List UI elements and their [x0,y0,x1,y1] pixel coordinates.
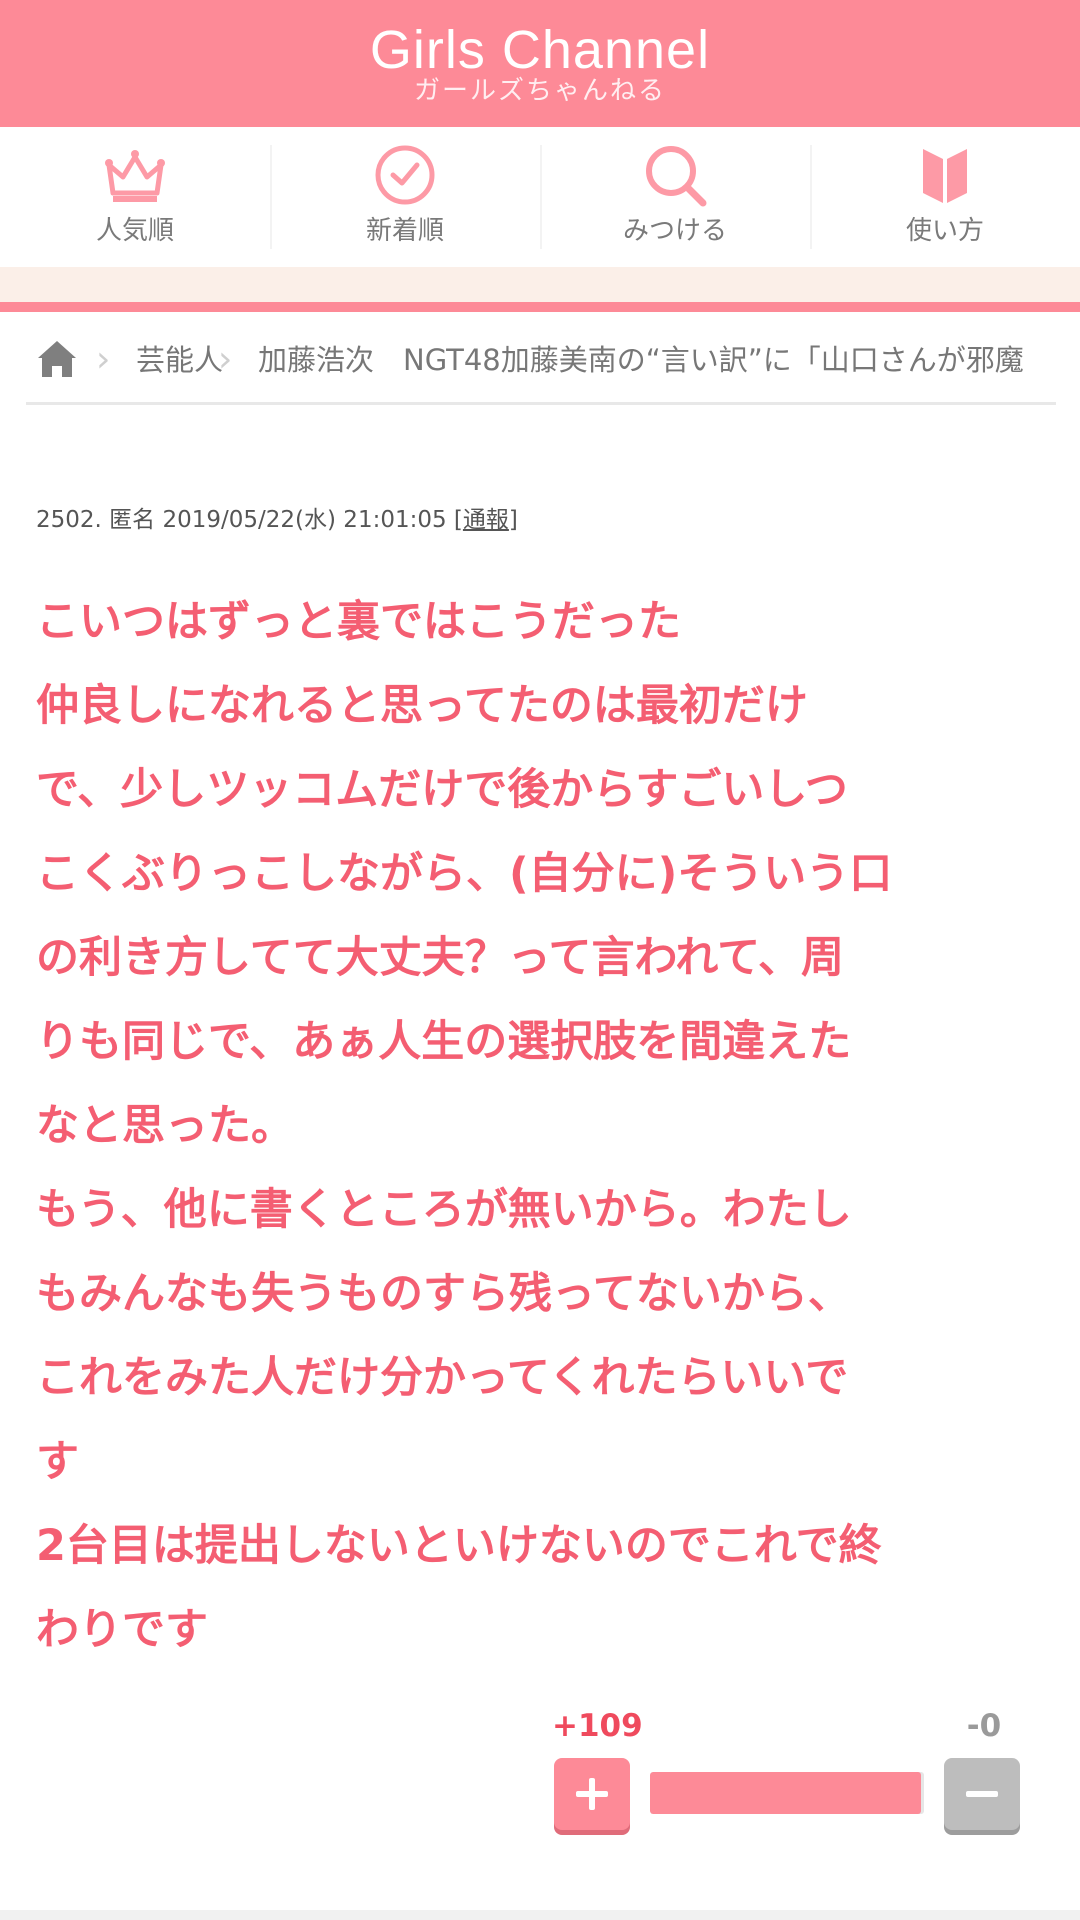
breadcrumb: › 芸能人 › 加藤浩次 NGT48加藤美南の“言い訳”に「山口さんが邪魔 [26,312,1056,405]
plus-vote-button[interactable] [554,1758,630,1830]
nav-item-new[interactable]: 新着順 [270,127,540,267]
breadcrumb-topic[interactable]: 加藤浩次 NGT48加藤美南の“言い訳”に「山口さんが邪魔 [258,340,1024,380]
nav-item-find[interactable]: みつける [540,127,810,267]
chevron-right-icon: › [96,339,111,380]
nav-item-popular[interactable]: 人気順 [0,127,270,267]
plus-icon [576,1778,608,1810]
home-icon[interactable] [36,338,78,380]
nav-label-howto: 使い方 [905,216,984,246]
minus-vote-count: -0 [966,1708,1002,1744]
nav-label-new: 新着順 [365,216,444,246]
report-bracket-close: ] [508,507,518,533]
vote-ratio-bar [650,1772,924,1814]
main-nav: 人気順 新着順 みつける 使い方 [0,127,1080,267]
comment-line: これをみた人だけ分かってくれたらいいで [36,1353,849,1403]
comment-meta: 2502. 匿名 2019/05/22(水) 21:01:05 [通報] [36,505,518,535]
comment-line: こいつはずっと裏ではこうだった [36,597,681,647]
report-bracket-open: [ [453,507,463,533]
comment-line: の利き方してて大丈夫？って言われて、周 [36,933,844,983]
minus-vote-button[interactable] [944,1758,1020,1830]
breadcrumb-category[interactable]: 芸能人 [136,340,223,380]
book-icon [923,149,967,203]
comment-body: こいつはずっと裏ではこうだった 仲良しになれると思ってたのは最初だけ で、少しツ… [36,580,1056,1672]
comment-line: こくぶりっこしながら、(自分に)そういう口 [36,849,893,899]
comment-author: 匿名 [109,507,156,533]
banner-band [0,267,1080,302]
search-icon [646,146,707,207]
comment-line: 2台目は提出しないといけないのでこれで終 [36,1521,882,1571]
nav-label-find: みつける [622,216,727,246]
vote-ratio-fill [650,1772,922,1814]
minus-icon [966,1791,998,1797]
comment-line: なと思った。 [36,1101,294,1151]
app-header: Girls Channel ガールズちゃんねる [0,0,1080,127]
nav-label-popular: 人気順 [95,216,174,246]
site-logo[interactable]: Girls Channel [0,20,1080,80]
divider [0,302,1080,312]
comment-line: す [36,1437,79,1487]
comment-line: わりです [36,1605,208,1655]
bottom-divider [0,1910,1080,1920]
comment-line: で、少しツッコムだけで後からすごいしつ [36,765,848,815]
nav-item-howto[interactable]: 使い方 [810,127,1080,267]
site-logo-subtitle: ガールズちゃんねる [413,76,666,106]
chevron-right-icon: › [218,339,233,380]
report-link[interactable]: 通報 [463,507,509,533]
crown-icon [105,150,165,202]
plus-vote-count: +109 [552,1708,643,1744]
comment-line: 仲良しになれると思ってたのは最初だけ [36,681,808,731]
comment-line: もう、他に書くところが無いから。わたし [36,1185,852,1235]
comment-number: 2502. [36,507,102,533]
comment-line: りも同じで、あぁ人生の選択肢を間違えた [36,1017,852,1067]
comment-line: もみんなも失うものすら残ってないから、 [36,1269,851,1319]
comment-datetime: 2019/05/22(水) 21:01:05 [162,507,447,533]
clock-icon [375,145,435,205]
